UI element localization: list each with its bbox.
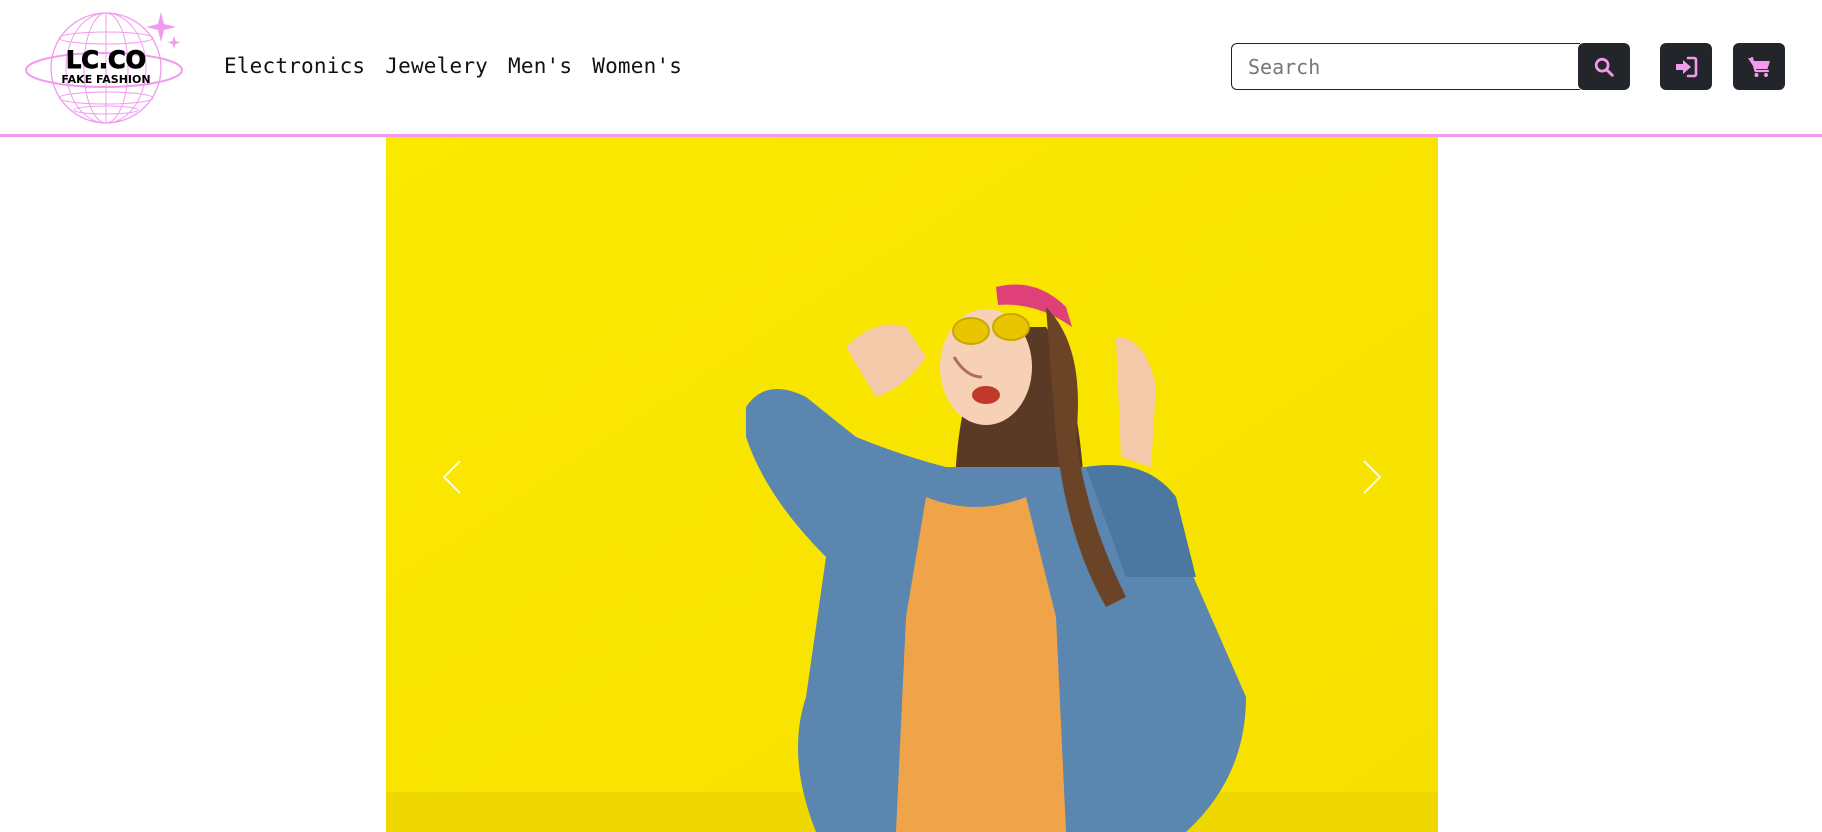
category-nav: Electronics Jewelery Men's Women's [224, 54, 682, 78]
logo-subtext: FAKE FASHION [61, 73, 150, 86]
nav-link-womens[interactable]: Women's [592, 54, 682, 78]
sign-in-icon [1676, 56, 1698, 77]
navbar: LC.CO FAKE FASHION Electronics Jewelery … [0, 0, 1822, 137]
nav-link-electronics[interactable]: Electronics [224, 54, 365, 78]
carousel-prev-button[interactable] [422, 437, 482, 517]
chevron-right-icon [1363, 460, 1382, 494]
carousel-next-button[interactable] [1342, 437, 1402, 517]
search-form [1231, 43, 1630, 90]
logo-text: LC.CO [66, 46, 146, 74]
shopping-cart-icon [1748, 56, 1770, 77]
brand-logo[interactable]: LC.CO FAKE FASHION [24, 8, 186, 128]
login-button[interactable] [1660, 43, 1712, 90]
nav-link-jewelery[interactable]: Jewelery [385, 54, 488, 78]
search-input[interactable] [1231, 43, 1580, 90]
hero-slide-image [386, 137, 1438, 832]
cart-button[interactable] [1733, 43, 1785, 90]
nav-link-mens[interactable]: Men's [508, 54, 572, 78]
search-button[interactable] [1578, 43, 1630, 90]
chevron-left-icon [442, 460, 461, 494]
hero-carousel [386, 137, 1438, 832]
search-icon [1594, 57, 1614, 77]
logo-globe-icon: LC.CO FAKE FASHION [25, 12, 183, 124]
